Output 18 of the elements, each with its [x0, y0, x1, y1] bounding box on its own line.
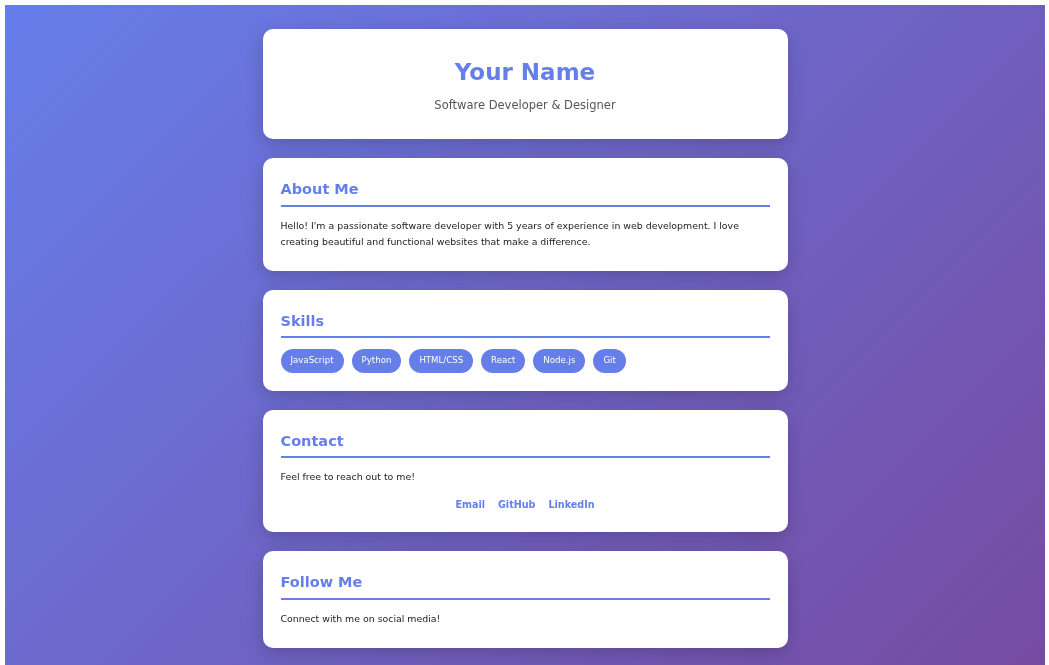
skill-tag: Python: [351, 349, 402, 373]
section-text: Connect with me on social media!: [280, 612, 442, 627]
section-text: Feel free to reach out to me!: [280, 470, 416, 485]
skill-tag: React: [481, 349, 526, 373]
skill-tag: HTML/CSS: [409, 349, 474, 373]
contact-link[interactable]: LinkedIn: [548, 497, 595, 513]
section-heading: Follow Me: [280, 573, 770, 601]
skill-tag: Git: [593, 349, 626, 373]
section-heading: Skills: [280, 311, 770, 339]
name-heading: Your Name: [453, 59, 597, 87]
skill-tag: Node.js: [533, 349, 586, 373]
tagline-text: Software Developer & Designer: [433, 96, 617, 114]
section-heading: Contact: [280, 431, 770, 459]
contact-link[interactable]: Email: [455, 497, 485, 513]
section-text: Hello! I'm a passionate software developer with 5 years of experience in web development. I love creating beautiful and functional websites that make a difference.: [280, 218, 740, 250]
section-heading: About Me: [280, 179, 770, 207]
skill-tag: JavaScript: [280, 349, 344, 373]
contact-link[interactable]: GitHub: [498, 497, 536, 513]
